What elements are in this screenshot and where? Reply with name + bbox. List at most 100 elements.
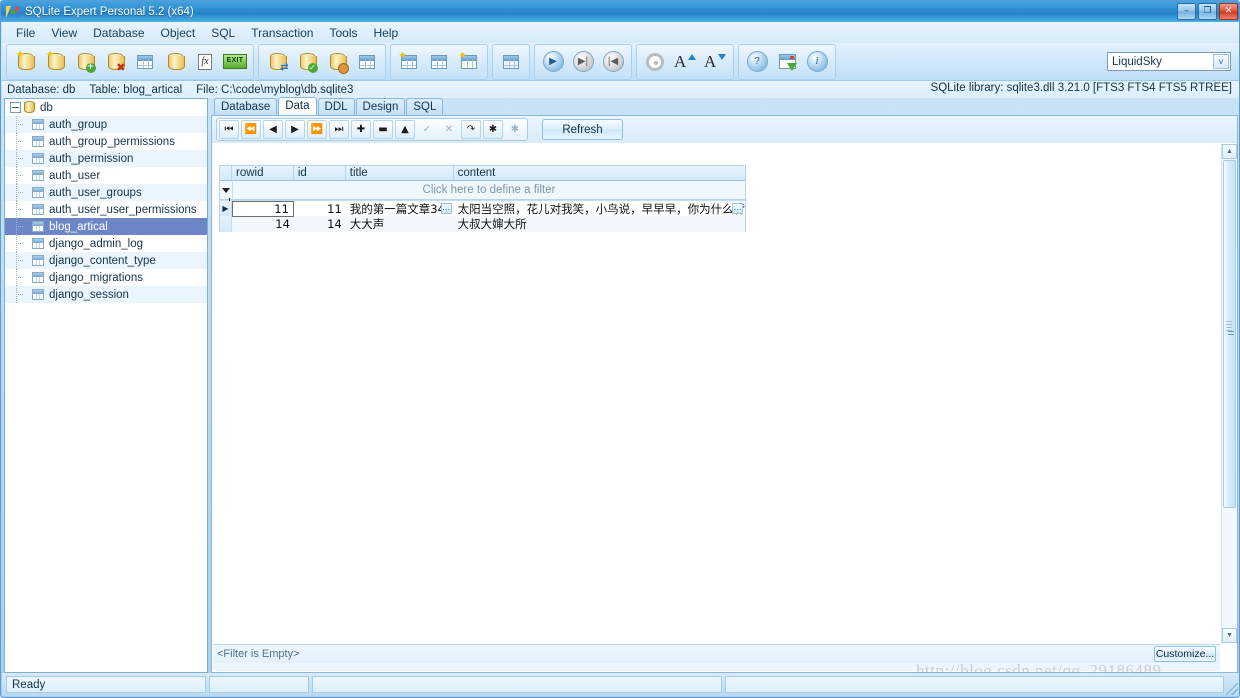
open-database-button[interactable]: ✦ <box>40 47 70 77</box>
attach-database-button[interactable]: + <box>70 47 100 77</box>
customize-button[interactable]: Customize... <box>1154 646 1216 662</box>
last-record-button[interactable]: ⏭ <box>329 120 349 139</box>
cell-title[interactable]: 我的第一篇文章345 … <box>346 201 454 217</box>
grid-horizontal-scrollbar[interactable] <box>213 663 1220 671</box>
tree-node-db[interactable]: db <box>5 99 207 116</box>
grid-column-title[interactable]: title <box>346 166 454 180</box>
cell-content[interactable]: 大叔大婶大所 <box>454 216 745 232</box>
grid-column-rowid[interactable]: rowid <box>232 166 294 180</box>
filter-indicator <box>220 181 233 201</box>
tab-database[interactable]: Database <box>214 98 278 115</box>
grid-column-id[interactable]: id <box>294 166 346 180</box>
sidebar-item-auth_user[interactable]: auth_user <box>5 167 207 184</box>
increase-font-button[interactable]: A <box>670 47 700 77</box>
new-database-button[interactable]: ✦ <box>10 47 40 77</box>
decrease-font-button[interactable]: A <box>700 47 730 77</box>
verify-database-button[interactable]: ✓ <box>292 47 322 77</box>
new-view-button[interactable]: ✦ <box>454 47 484 77</box>
minimize-button[interactable]: – <box>1177 3 1196 20</box>
insert-record-button[interactable]: ✚ <box>351 120 371 139</box>
cell-id[interactable]: 14 <box>294 216 346 232</box>
sql-editor-button[interactable] <box>496 47 526 77</box>
sidebar-item-django_migrations[interactable]: django_migrations <box>5 269 207 286</box>
next-record-button[interactable]: ▶ <box>285 120 305 139</box>
stop-button[interactable]: |◀ <box>598 47 628 77</box>
object-tree-panel[interactable]: db auth_group auth_group_permissions aut… <box>4 98 208 673</box>
exit-button[interactable]: EXIT <box>220 47 250 77</box>
chevron-down-icon[interactable]: ˅ <box>1213 54 1229 69</box>
minus-icon[interactable] <box>10 102 21 113</box>
first-record-button[interactable]: ⏮ <box>219 120 239 139</box>
sidebar-item-auth_group_permissions[interactable]: auth_group_permissions <box>5 133 207 150</box>
database-properties-button[interactable] <box>160 47 190 77</box>
delete-record-button[interactable]: ▬ <box>373 120 393 139</box>
resize-grip-icon[interactable] <box>1226 683 1238 695</box>
sidebar-item-auth_user_user_permissions[interactable]: auth_user_user_permissions <box>5 201 207 218</box>
new-table-button[interactable]: ✦ <box>394 47 424 77</box>
close-button[interactable]: ✕ <box>1219 3 1238 20</box>
tab-sql[interactable]: SQL <box>406 98 444 115</box>
sidebar-item-auth_permission[interactable]: auth_permission <box>5 150 207 167</box>
cell-editor-ellipsis-button[interactable]: … <box>440 202 452 214</box>
help-button[interactable]: ? <box>742 47 772 77</box>
grid-filter-row[interactable]: Click here to define a filter <box>219 181 746 201</box>
filter-prompt[interactable]: Click here to define a filter <box>233 184 745 196</box>
about-button[interactable]: i <box>802 47 832 77</box>
next-page-button[interactable]: ⏩ <box>307 120 327 139</box>
cell-id[interactable]: 11 <box>294 201 346 217</box>
cell-rowid[interactable]: 11 <box>232 200 294 217</box>
table-row[interactable]: 14 14 大大声 大叔大婶大所 <box>219 216 746 232</box>
menu-item-file[interactable]: File <box>8 24 43 42</box>
sidebar-item-auth_user_groups[interactable]: auth_user_groups <box>5 184 207 201</box>
set-null-button[interactable]: ✱ <box>483 120 503 139</box>
rename-database-button[interactable] <box>130 47 160 77</box>
tab-ddl[interactable]: DDL <box>317 98 355 115</box>
cell-content[interactable]: 太阳当空照，花儿对我笑，小鸟说，早早早，你为什么背着小书包 … <box>454 201 745 217</box>
sidebar-item-blog_artical[interactable]: blog_artical <box>5 218 207 235</box>
scroll-down-button[interactable]: ▼ <box>1222 628 1237 643</box>
tab-data[interactable]: Data <box>278 97 317 115</box>
menu-item-tools[interactable]: Tools <box>321 24 365 42</box>
options-button[interactable] <box>640 47 670 77</box>
menu-item-transaction[interactable]: Transaction <box>243 24 321 42</box>
execute-button[interactable]: ▶ <box>538 47 568 77</box>
filter-status-text[interactable]: <Filter is Empty> <box>217 648 1154 660</box>
check-updates-button[interactable] <box>772 47 802 77</box>
refresh-button[interactable]: Refresh <box>542 119 623 140</box>
user-function-button[interactable]: fx <box>190 47 220 77</box>
scroll-up-button[interactable]: ▲ <box>1222 144 1237 159</box>
prior-page-button[interactable]: ⏪ <box>241 120 261 139</box>
style-combo[interactable]: LiquidSky ˅ <box>1107 52 1231 71</box>
tab-design[interactable]: Design <box>355 98 406 115</box>
refresh-record-button[interactable]: ↷ <box>461 120 481 139</box>
sidebar-item-auth_group[interactable]: auth_group <box>5 116 207 133</box>
edit-record-button[interactable]: ▲ <box>395 120 415 139</box>
table-row[interactable]: ▶ 11 11 我的第一篇文章345 … 太阳当空照，花儿对我笑，小鸟说，早早早… <box>219 200 746 217</box>
menu-item-help[interactable]: Help <box>365 24 406 42</box>
file-label: File: C:\code\myblog\db.sqlite3 <box>196 83 354 96</box>
menu-item-view[interactable]: View <box>43 24 85 42</box>
data-grid[interactable]: rowid id title content Click here to def… <box>219 165 1223 697</box>
database-maintenance-button[interactable] <box>352 47 382 77</box>
execute-step-button[interactable]: ▶| <box>568 47 598 77</box>
scroll-thumb[interactable] <box>1223 160 1236 508</box>
database-users-button[interactable] <box>322 47 352 77</box>
grid-vertical-scrollbar[interactable]: ▲ ▼ <box>1221 144 1237 643</box>
detach-database-button[interactable]: ✖ <box>100 47 130 77</box>
cell-rowid[interactable]: 14 <box>232 216 294 232</box>
menu-item-database[interactable]: Database <box>85 24 152 42</box>
sidebar-item-django_admin_log[interactable]: django_admin_log <box>5 235 207 252</box>
sidebar-item-django_content_type[interactable]: django_content_type <box>5 252 207 269</box>
prior-record-button[interactable]: ◀ <box>263 120 283 139</box>
menu-item-sql[interactable]: SQL <box>203 24 243 42</box>
cell-editor-ellipsis-button[interactable]: … <box>732 202 743 214</box>
sidebar-item-django_session[interactable]: django_session <box>5 286 207 303</box>
panel-splitter-grip[interactable] <box>1226 321 1232 331</box>
refresh-database-button[interactable]: ⇄ <box>262 47 292 77</box>
grid-column-content[interactable]: content <box>454 166 745 180</box>
edit-table-button[interactable] <box>424 47 454 77</box>
maximize-button[interactable]: ❐ <box>1198 3 1217 20</box>
cell-title[interactable]: 大大声 <box>346 216 454 232</box>
menu-item-object[interactable]: Object <box>153 24 204 42</box>
sidebar-item-label: auth_user_user_permissions <box>49 203 197 216</box>
